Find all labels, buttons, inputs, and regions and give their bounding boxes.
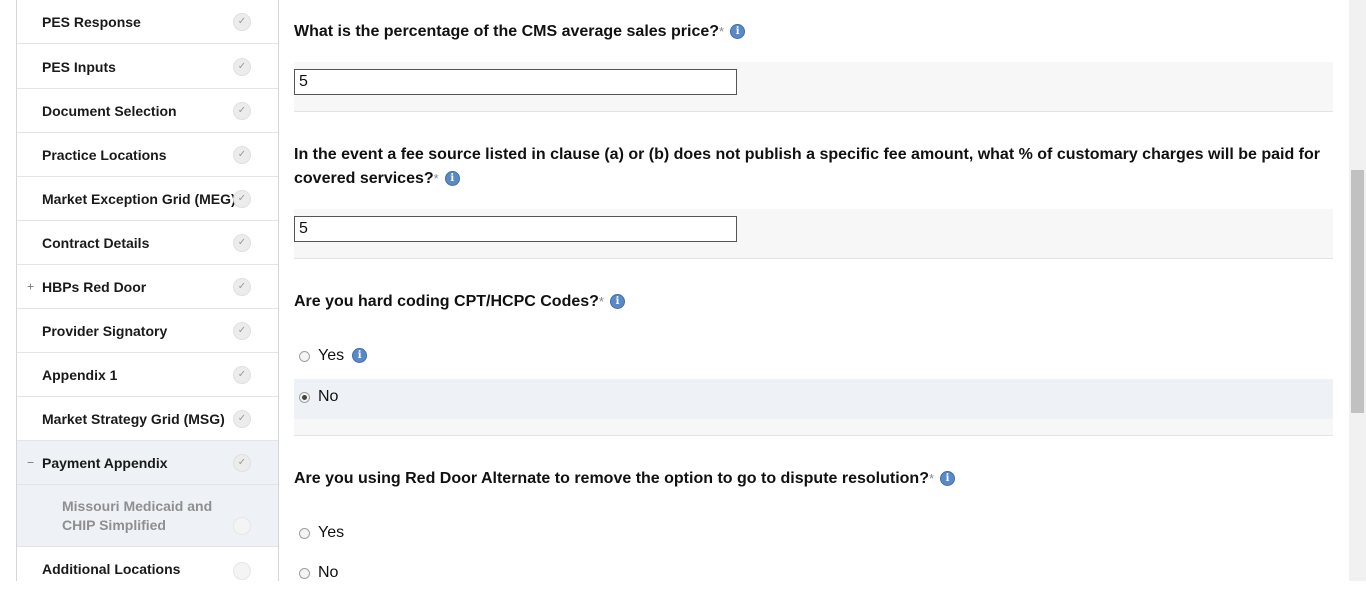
radio-option-no[interactable]: No (294, 379, 1333, 419)
question-customary-charges: In the event a fee source listed in clau… (294, 143, 1324, 191)
sidebar-item-label: Market Strategy Grid (MSG) (42, 410, 225, 427)
check-icon: ✓ (233, 321, 251, 340)
sidebar-item-contract-details[interactable]: Contract Details ✓ (17, 221, 278, 265)
sidebar-item-practice-locations[interactable]: Practice Locations ✓ (17, 133, 278, 177)
info-icon[interactable]: i (730, 24, 746, 39)
radio-label: No (318, 564, 339, 581)
sidebar-item-label: Document Selection (42, 102, 177, 119)
expand-icon[interactable]: + (26, 280, 35, 292)
radio-option-yes[interactable]: Yes (294, 515, 1333, 555)
sidebar-item-label: Missouri Medicaid and CHIP Simplified (62, 497, 213, 533)
sidebar-item-market-strategy-grid[interactable]: Market Strategy Grid (MSG) ✓ (17, 397, 278, 441)
sidebar-item-label: PES Inputs (42, 58, 116, 75)
radio-label: Yes (318, 524, 345, 541)
sidebar-nav: PES Response ✓ PES Inputs ✓ Document Sel… (16, 0, 279, 581)
sidebar-item-missouri-medicaid[interactable]: Missouri Medicaid and CHIP Simplified (17, 485, 278, 547)
radio-button[interactable] (299, 568, 310, 579)
sidebar-item-label: HBPs Red Door (42, 278, 147, 295)
check-icon: ✓ (233, 12, 251, 31)
sidebar-item-label: Appendix 1 (42, 366, 118, 383)
radio-button[interactable] (299, 528, 310, 539)
question-text: Are you using Red Door Alternate to remo… (294, 470, 929, 487)
check-icon: ✓ (233, 409, 251, 428)
info-icon[interactable]: i (352, 348, 368, 363)
vertical-scrollbar[interactable] (1349, 0, 1366, 581)
question-text: What is the percentage of the CMS averag… (294, 23, 720, 40)
sidebar-item-provider-signatory[interactable]: Provider Signatory ✓ (17, 309, 278, 353)
question-red-door-alternate: Are you using Red Door Alternate to remo… (294, 467, 956, 491)
radio-button[interactable] (299, 351, 310, 362)
check-icon: ✓ (233, 145, 251, 164)
radio-option-yes[interactable]: Yes i (294, 338, 1333, 378)
sidebar-item-label: Additional Locations (42, 561, 181, 577)
required-marker: * (928, 471, 935, 486)
sidebar-item-hbps-red-door[interactable]: + HBPs Red Door ✓ (17, 265, 278, 309)
customary-charges-input[interactable] (294, 216, 737, 242)
check-icon: ✓ (233, 233, 251, 252)
question-hard-coding-cpt: Are you hard coding CPT/HCPC Codes?* i (294, 290, 625, 314)
incomplete-status-icon (233, 517, 251, 535)
check-icon: ✓ (233, 365, 251, 384)
radio-label: No (318, 388, 339, 405)
sidebar-item-pes-inputs[interactable]: PES Inputs ✓ (17, 45, 278, 89)
check-icon: ✓ (233, 189, 251, 208)
sidebar-item-label: Contract Details (42, 234, 150, 251)
sidebar-item-appendix-1[interactable]: Appendix 1 ✓ (17, 353, 278, 397)
sidebar-item-document-selection[interactable]: Document Selection ✓ (17, 89, 278, 133)
check-icon: ✓ (233, 453, 251, 472)
check-icon: ✓ (233, 57, 251, 76)
info-icon[interactable]: i (609, 294, 625, 309)
incomplete-status-icon (233, 562, 251, 580)
info-icon[interactable]: i (444, 171, 460, 186)
collapse-icon[interactable]: − (26, 456, 35, 468)
radio-label: Yes i (318, 347, 368, 365)
sidebar-item-label: PES Response (42, 13, 141, 30)
sidebar-item-label: Practice Locations (42, 146, 167, 163)
scrollbar-thumb[interactable] (1351, 170, 1364, 413)
sidebar-item-additional-locations[interactable]: Additional Locations (17, 548, 278, 581)
input-band (294, 419, 1333, 436)
info-icon[interactable]: i (940, 471, 956, 486)
radio-button-selected[interactable] (299, 392, 310, 403)
sidebar-item-market-exception-grid[interactable]: Market Exception Grid (MEG) ✓ (17, 177, 278, 221)
check-icon: ✓ (233, 101, 251, 120)
form-content: What is the percentage of the CMS averag… (294, 0, 1333, 581)
question-text: Are you hard coding CPT/HCPC Codes? (294, 293, 599, 310)
sidebar-item-pes-response[interactable]: PES Response ✓ (17, 0, 278, 44)
required-marker: * (598, 294, 604, 309)
sidebar-item-label: Payment Appendix (42, 454, 168, 471)
required-marker: * (433, 171, 439, 186)
cms-percentage-input[interactable] (294, 69, 737, 95)
sidebar-item-payment-appendix[interactable]: − Payment Appendix ✓ (17, 441, 278, 485)
required-marker: * (719, 24, 725, 39)
sidebar-item-label: Provider Signatory (42, 322, 168, 339)
check-icon: ✓ (233, 277, 251, 296)
sidebar-item-label: Market Exception Grid (MEG) (42, 190, 236, 207)
radio-option-no[interactable]: No (294, 555, 1333, 595)
question-cms-percentage: What is the percentage of the CMS averag… (294, 20, 746, 44)
